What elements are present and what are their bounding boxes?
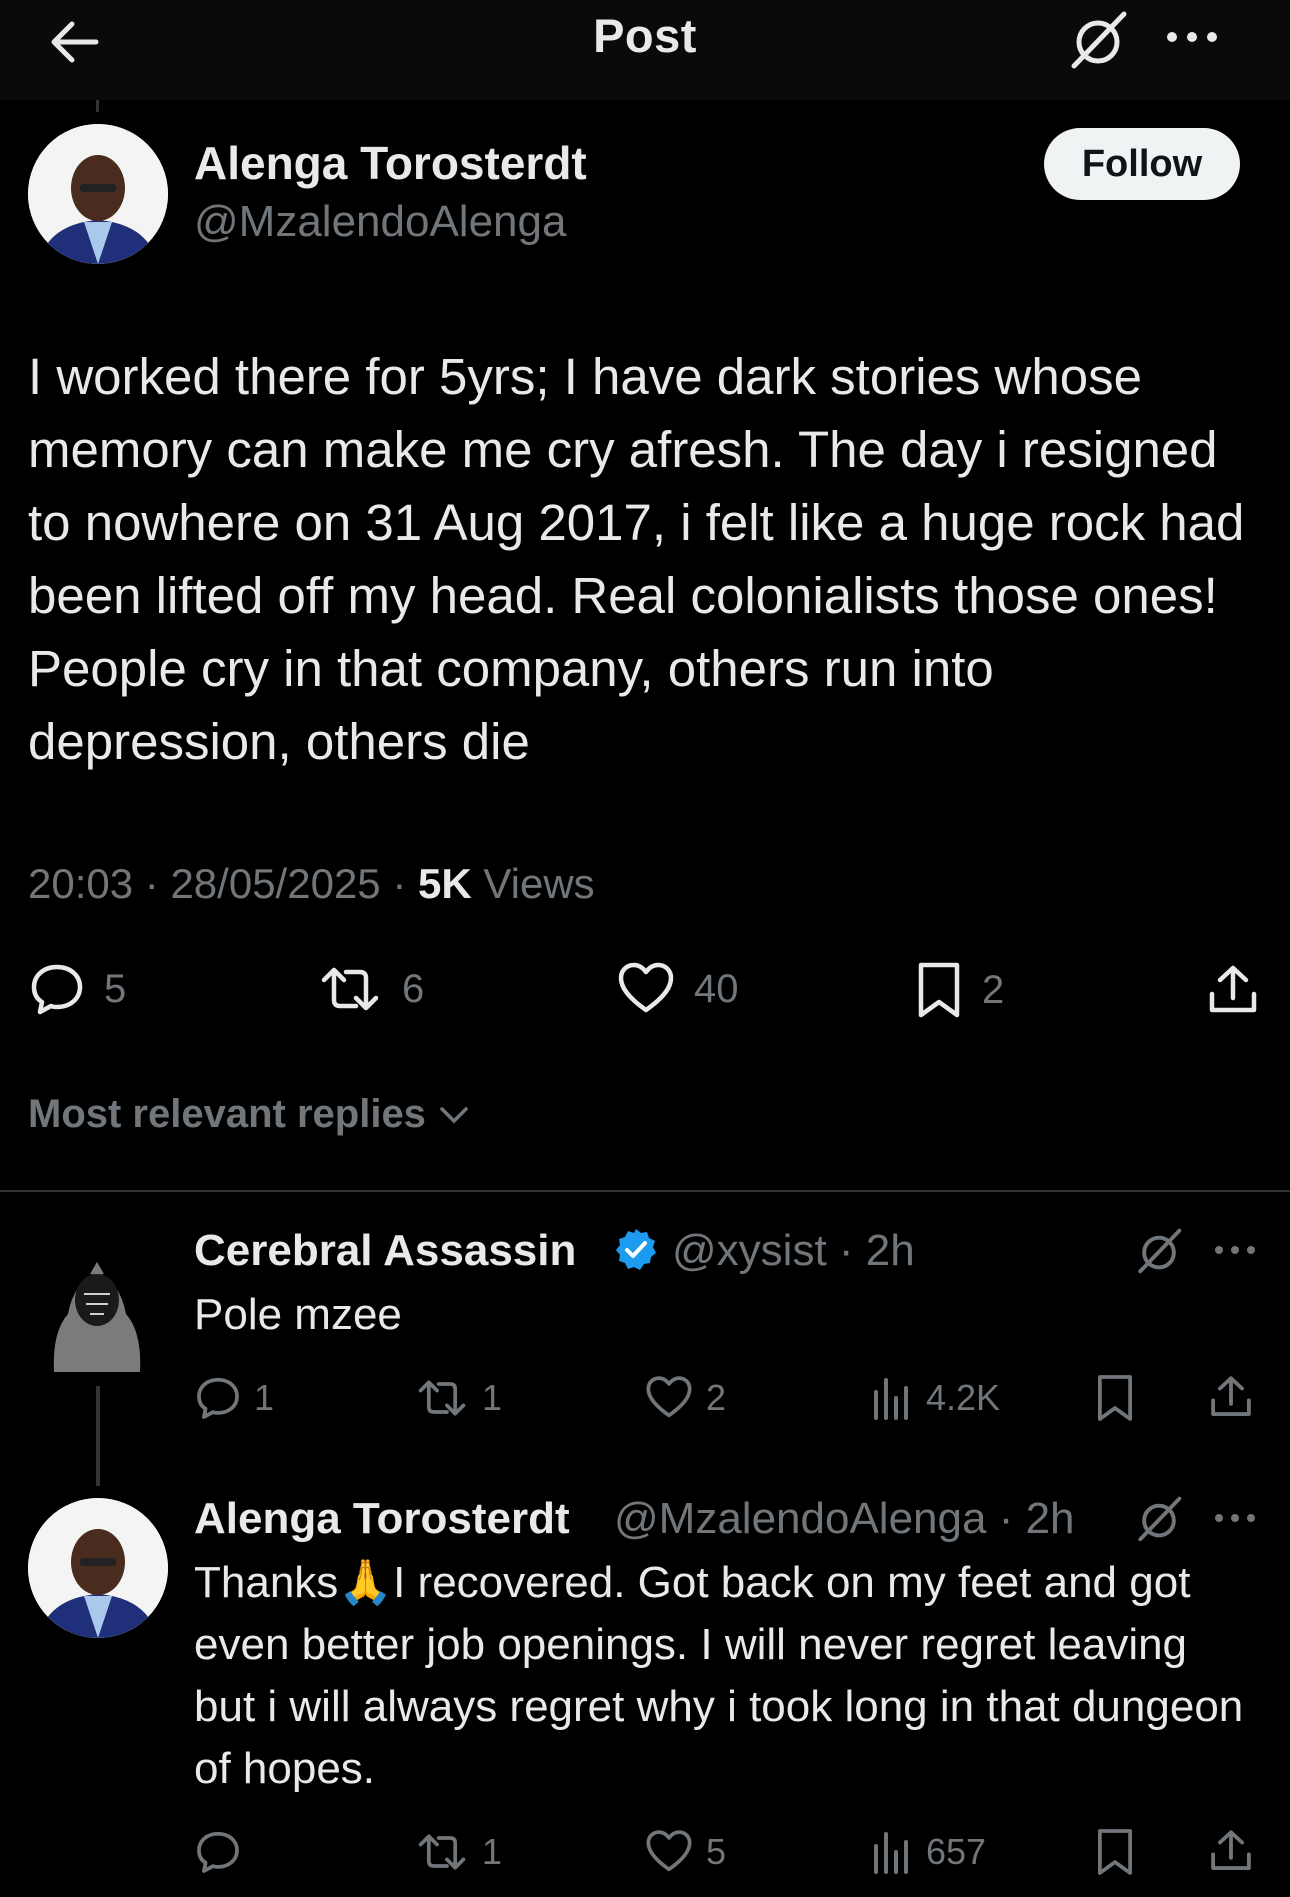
replies-sort-label: Most relevant replies (28, 1092, 426, 1136)
repost-action[interactable]: 1 (414, 1828, 502, 1876)
reply-text: Pole mzee (194, 1290, 402, 1339)
like-action[interactable]: 40 (616, 960, 739, 1018)
reply-count: 5 (104, 966, 127, 1011)
reply-count: 1 (254, 1377, 275, 1418)
author-handle[interactable]: @MzalendoAlenga (194, 197, 566, 247)
reply-avatar[interactable] (46, 1242, 148, 1372)
repost-icon (418, 1834, 466, 1870)
grok-icon[interactable] (1134, 1494, 1184, 1544)
reply-author-handle[interactable]: @MzalendoAlenga · 2h (614, 1494, 1075, 1544)
like-count: 5 (706, 1831, 727, 1872)
bookmark-action[interactable]: 2 (914, 960, 1004, 1020)
like-action[interactable]: 2 (644, 1374, 726, 1422)
reply-age: · 2h (998, 1494, 1075, 1543)
grok-icon[interactable] (1134, 1226, 1184, 1276)
analytics-icon (874, 1832, 908, 1874)
like-action[interactable]: 5 (644, 1828, 726, 1876)
top-bar: Post (0, 0, 1290, 100)
reply-author-name[interactable]: Cerebral Assassin (194, 1226, 576, 1276)
reply-avatar[interactable] (28, 1498, 168, 1638)
replies-sort-dropdown[interactable]: Most relevant replies (28, 1092, 472, 1137)
views-action[interactable]: 657 (870, 1828, 986, 1876)
share-action[interactable] (1206, 962, 1260, 1018)
reply-handle: @MzalendoAlenga (614, 1494, 987, 1543)
views-count: 657 (926, 1831, 987, 1872)
post-meta: 20:03 · 28/05/2025 · 5K Views (28, 860, 595, 908)
bookmark-icon[interactable] (1094, 1826, 1136, 1878)
repost-action[interactable]: 1 (414, 1374, 502, 1422)
reply-action[interactable]: 1 (194, 1374, 274, 1422)
grok-icon[interactable] (1066, 8, 1130, 72)
views-count: 4.2K (926, 1377, 1001, 1418)
reply-text-start: Thanks (194, 1558, 339, 1607)
share-icon[interactable] (1208, 1372, 1254, 1422)
more-options-icon[interactable] (1212, 1506, 1258, 1530)
repost-action[interactable]: 6 (316, 960, 424, 1018)
follow-button[interactable]: Follow (1044, 128, 1240, 200)
reply-icon (197, 1831, 239, 1873)
reply-author-handle[interactable]: @xysist · 2h (672, 1226, 915, 1276)
views-label[interactable]: Views (483, 860, 594, 907)
more-options-icon[interactable] (1162, 22, 1222, 52)
reply-icon (31, 964, 83, 1015)
thread-connector (96, 100, 99, 112)
views-action[interactable]: 4.2K (870, 1374, 1000, 1422)
repost-count: 1 (482, 1831, 503, 1872)
hooded-figure-image (53, 1262, 141, 1372)
verified-badge-icon (616, 1229, 656, 1270)
repost-count: 1 (482, 1377, 503, 1418)
bookmark-count: 2 (982, 967, 1005, 1012)
reply-handle: @xysist (672, 1226, 827, 1275)
heart-icon (646, 1830, 692, 1872)
author-avatar-image (28, 1498, 168, 1638)
views-count: 5K (418, 860, 472, 907)
reply-age: · 2h (838, 1226, 915, 1275)
bookmark-icon (918, 962, 960, 1018)
share-icon (1209, 965, 1257, 1013)
heart-icon (646, 1376, 692, 1418)
analytics-icon (874, 1378, 908, 1420)
heart-icon (618, 962, 674, 1013)
more-options-icon[interactable] (1212, 1238, 1258, 1262)
repost-count: 6 (402, 966, 425, 1011)
reply-author-name[interactable]: Alenga Torosterdt (194, 1494, 570, 1544)
author-avatar-image (28, 124, 168, 264)
post-text: I worked there for 5yrs; I have dark sto… (28, 348, 1245, 770)
reply-text: Thanks🙏I recovered. Got back on my feet … (194, 1552, 1254, 1800)
folded-hands-emoji: 🙏 (338, 1558, 394, 1607)
like-count: 2 (706, 1377, 727, 1418)
divider (0, 1190, 1290, 1192)
separator-dot: · (144, 860, 159, 907)
chevron-down-icon (440, 1106, 468, 1123)
author-avatar[interactable] (28, 124, 168, 264)
bookmark-icon[interactable] (1094, 1372, 1136, 1424)
reply-action[interactable] (194, 1828, 254, 1876)
repost-icon (418, 1380, 466, 1416)
like-count: 40 (694, 966, 739, 1011)
reply-icon (197, 1377, 239, 1419)
reply-action[interactable]: 5 (28, 960, 126, 1018)
separator-dot: · (392, 860, 407, 907)
post-time: 20:03 (28, 860, 134, 907)
thread-connector (96, 1386, 100, 1486)
share-icon[interactable] (1208, 1826, 1254, 1876)
repost-icon (321, 967, 379, 1011)
post-date: 28/05/2025 (170, 860, 381, 907)
author-name[interactable]: Alenga Torosterdt (194, 136, 587, 190)
